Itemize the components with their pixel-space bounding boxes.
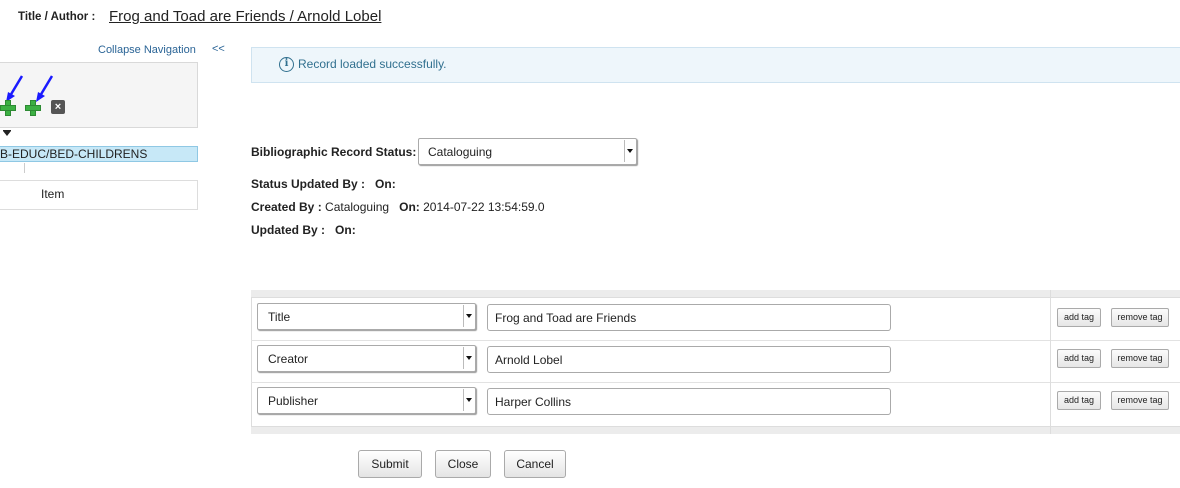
chevron-down-icon[interactable]	[463, 305, 473, 327]
title-author-value: Frog and Toad are Friends / Arnold Lobel	[109, 8, 382, 25]
collapse-arrows-link[interactable]: <<	[212, 43, 225, 55]
add-sibling-plus-icon[interactable]	[25, 100, 41, 116]
submit-button[interactable]: Submit	[358, 450, 422, 478]
add-child-plus-icon[interactable]	[0, 100, 16, 116]
status-updated-line: Status Updated By : On:	[251, 177, 396, 191]
alert-message: Record loaded successfully.	[298, 57, 447, 71]
tag-select-value: Publisher	[268, 394, 319, 408]
updated-line: Updated By : On:	[251, 223, 356, 237]
tag-table-header	[251, 290, 1180, 298]
tree-connector	[24, 163, 25, 173]
remove-tag-button[interactable]: remove tag	[1111, 349, 1169, 368]
bib-status-value: Cataloguing	[428, 145, 493, 159]
tag-table-footer	[251, 426, 1180, 434]
chevron-down-icon[interactable]	[624, 140, 634, 162]
add-tag-button[interactable]: add tag	[1057, 349, 1101, 368]
tag-value-text: Arnold Lobel	[495, 353, 563, 367]
tree-item-row[interactable]	[0, 180, 198, 210]
created-line: Created By : Cataloguing On: 2014-07-22 …	[251, 200, 545, 214]
add-tag-button[interactable]: add tag	[1057, 308, 1101, 327]
tag-select-value: Creator	[268, 352, 309, 366]
status-updated-on-label: On:	[375, 177, 396, 191]
updated-label: Updated By :	[251, 223, 326, 237]
created-on-value: 2014-07-22 13:54:59.0	[423, 200, 545, 214]
tree-node-selected[interactable]: B-EDUC/BED-CHILDRENS	[0, 146, 198, 162]
title-author-label: Title / Author :	[18, 11, 96, 23]
tree-expand-caret-icon[interactable]	[3, 131, 11, 136]
remove-tag-button[interactable]: remove tag	[1111, 391, 1169, 410]
row-divider	[251, 340, 1180, 341]
info-icon: i	[279, 57, 294, 72]
created-value: Cataloguing	[325, 200, 390, 214]
add-tag-button[interactable]: add tag	[1057, 391, 1101, 410]
tag-value-text: Harper Collins	[495, 395, 572, 409]
cancel-button[interactable]: Cancel	[504, 450, 566, 478]
tree-item-label[interactable]: Item	[41, 187, 64, 201]
chevron-down-icon[interactable]	[463, 389, 473, 411]
chevron-down-icon[interactable]	[463, 347, 473, 369]
status-updated-label: Status Updated By :	[251, 177, 366, 191]
created-label: Created By :	[251, 200, 322, 214]
remove-tag-button[interactable]: remove tag	[1111, 308, 1169, 327]
created-on-label: On:	[399, 200, 420, 214]
updated-on-label: On:	[335, 223, 356, 237]
arrow-icon	[36, 75, 54, 102]
collapse-navigation-link[interactable]: Collapse Navigation	[98, 44, 196, 56]
tag-value-text: Frog and Toad are Friends	[495, 311, 637, 325]
arrow-icon	[6, 75, 24, 102]
bib-status-label: Bibliographic Record Status:	[251, 145, 417, 159]
row-divider	[251, 382, 1180, 383]
close-button[interactable]: Close	[435, 450, 491, 478]
tag-select-value: Title	[268, 310, 291, 324]
delete-node-x-icon[interactable]: ×	[51, 100, 65, 114]
column-divider	[1050, 290, 1051, 434]
